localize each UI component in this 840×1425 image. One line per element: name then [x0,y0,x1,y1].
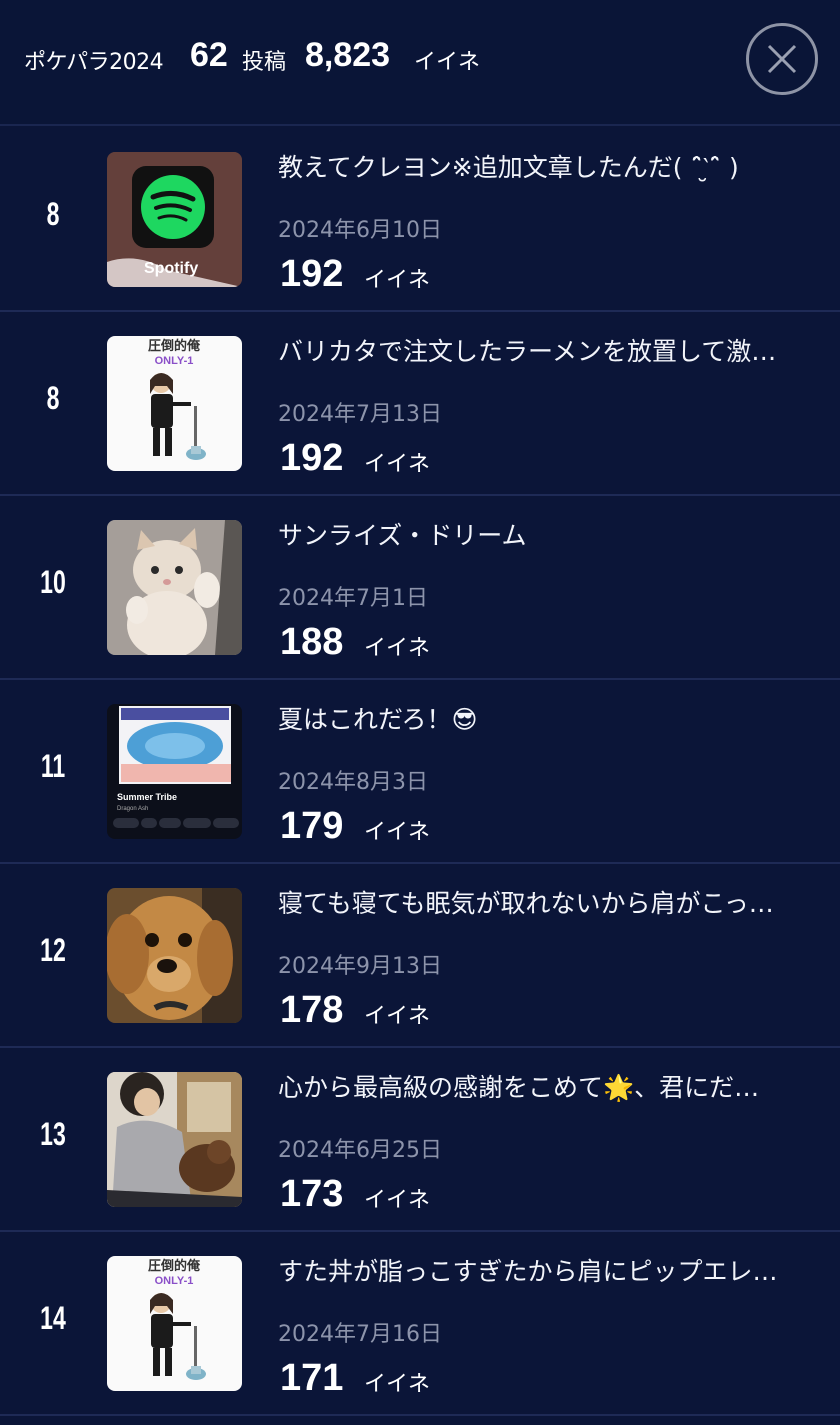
list-item[interactable]: 10 サンライズ・ドリーム 2024年7月1日 188 イイネ [0,496,840,680]
like-unit: イイネ [364,820,431,845]
post-title: バリカタで注文したラーメンを放置して激… [278,337,777,366]
list-item[interactable]: 12 寝ても寝ても眠気が取れないから肩がこっ… 2024年9月13日 178 イ… [0,864,840,1048]
rank-number: 14 [40,1300,66,1336]
dog-photo-thumbnail[interactable] [107,888,242,1023]
music-app-screenshot-thumbnail[interactable]: Summer Tribe Dragon Ash [107,704,242,839]
like-unit: イイネ [364,636,431,661]
like-unit: イイネ [364,1372,431,1397]
kitten-photo-thumbnail[interactable] [107,520,242,655]
rank-number: 10 [40,564,66,600]
post-date: 2024年7月13日 [278,402,442,427]
like-count: 173 [280,1173,344,1215]
rank-number: 13 [40,1116,66,1152]
like-unit: イイネ [364,452,431,477]
post-count-unit: 投稿 [242,50,287,75]
rank-number: 8 [46,196,60,232]
post-title: サンライズ・ドリーム [278,521,527,550]
like-unit: イイネ [364,268,431,293]
post-title: 寝ても寝ても眠気が取れないから肩がこっ… [278,889,774,918]
svg-text:圧倒的俺: 圧倒的俺 [148,1258,201,1274]
svg-text:Summer Tribe: Summer Tribe [117,792,177,802]
post-date: 2024年7月16日 [278,1322,442,1347]
post-date: 2024年9月13日 [278,954,442,979]
spotify-logo-thumbnail[interactable]: Spotify [107,152,242,287]
like-count: 8,823 [305,36,391,74]
illustration-thumbnail[interactable]: 圧倒的俺 ONLY-1 [107,1256,242,1391]
post-title: 教えてクレヨン※追加文章したんだ( ˆ̑‵̮ˆ̑ ) [278,153,739,182]
like-count-unit: イイネ [414,50,481,75]
list-item[interactable]: 13 心から最高級の感謝をこめて🌟、君にだ… 2024年6月25日 173 イイ… [0,1048,840,1232]
post-title: 夏はこれだろ！😎 [278,705,478,734]
post-date: 2024年8月3日 [278,770,428,795]
list-item[interactable]: 14 圧倒的俺 ONLY-1 すた丼が脂っこすぎたから肩にピップエレ… 2024… [0,1232,840,1416]
list-item[interactable]: 8 圧倒的俺 ONLY-1 バリカタで注文したラーメンを放置して激… 2024年… [0,312,840,496]
like-unit: イイネ [364,1188,431,1213]
rank-number: 12 [40,932,66,968]
like-count: 171 [280,1357,344,1399]
post-date: 2024年6月10日 [278,218,442,243]
svg-text:Spotify: Spotify [144,260,198,277]
like-unit: イイネ [364,1004,431,1029]
page-title: ポケパラ2024 [24,50,164,75]
like-count: 178 [280,989,344,1031]
post-date: 2024年7月1日 [278,586,428,611]
rank-number: 11 [40,748,66,784]
illustration-thumbnail[interactable]: 圧倒的俺 ONLY-1 [107,336,242,471]
post-ranking-list: 8 Spotify 教えてクレヨン※追加文章したんだ( ˆ̑‵̮ˆ̑ ) 202… [0,128,840,1416]
like-count: 192 [280,437,344,479]
post-title: すた丼が脂っこすぎたから肩にピップエレ… [278,1257,778,1286]
person-with-dog-photo-thumbnail[interactable] [107,1072,242,1207]
like-count: 192 [280,253,344,295]
post-date: 2024年6月25日 [278,1138,442,1163]
like-count: 179 [280,805,344,847]
list-item[interactable]: 11 Summer Tribe Dragon Ash 夏はこれだろ！😎 2024… [0,680,840,864]
svg-text:ONLY-1: ONLY-1 [155,355,194,367]
list-item[interactable]: 8 Spotify 教えてクレヨン※追加文章したんだ( ˆ̑‵̮ˆ̑ ) 202… [0,128,840,312]
header: ポケパラ2024 62 投稿 8,823 イイネ [0,0,840,126]
close-button[interactable] [746,23,818,95]
close-icon [767,44,797,74]
rank-number: 8 [46,380,60,416]
svg-text:圧倒的俺: 圧倒的俺 [148,338,201,354]
svg-text:ONLY-1: ONLY-1 [155,1275,194,1287]
post-title: 心から最高級の感謝をこめて🌟、君にだ… [278,1073,760,1102]
svg-text:Dragon Ash: Dragon Ash [117,806,148,812]
post-count: 62 [190,36,228,74]
like-count: 188 [280,621,344,663]
